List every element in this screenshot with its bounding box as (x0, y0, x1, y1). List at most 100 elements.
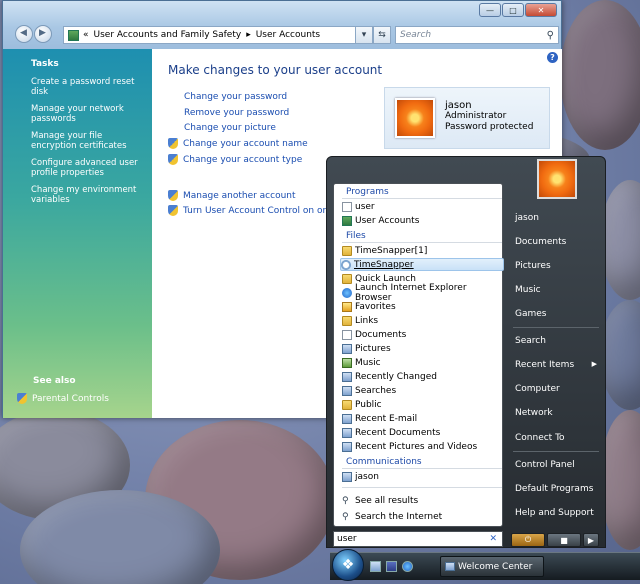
result-label: Links (355, 315, 379, 326)
group-files: Files (346, 231, 366, 241)
back-arrow-icon: ◀ (20, 28, 27, 38)
pebble (600, 410, 640, 550)
start-link-default-programs[interactable]: Default Programs (515, 484, 601, 494)
breadcrumb-separator-icon: ▸ (246, 30, 251, 40)
result-music[interactable]: Music (342, 356, 502, 369)
internet-explorer-icon (342, 287, 352, 298)
start-link-computer[interactable]: Computer (515, 384, 601, 394)
result-links[interactable]: Links (342, 314, 502, 327)
taskbar-button-welcome-center[interactable]: Welcome Center (440, 556, 544, 577)
result-recently-changed[interactable]: Recently Changed (342, 370, 502, 383)
start-link-documents[interactable]: Documents (515, 237, 601, 247)
start-link-games[interactable]: Games (515, 309, 601, 319)
remove-password-link[interactable]: Remove your password (184, 108, 289, 118)
start-link-search[interactable]: Search (515, 336, 601, 346)
pictures-icon (342, 343, 352, 354)
result-recent-pictures-videos[interactable]: Recent Pictures and Videos (342, 440, 502, 453)
avatar[interactable] (537, 159, 577, 199)
parental-controls-link[interactable]: Parental Controls (17, 393, 109, 404)
search-icon[interactable]: ⚲ (547, 28, 554, 44)
music-icon (342, 357, 352, 368)
control-panel-icon (68, 29, 79, 41)
internet-explorer-icon[interactable] (402, 561, 413, 572)
favorites-icon (342, 301, 352, 312)
start-search-input[interactable]: user ✕ (333, 531, 503, 547)
result-label: Recent Pictures and Videos (355, 441, 478, 452)
search-folder-icon (342, 385, 352, 396)
search-input[interactable]: Search ⚲ (395, 26, 559, 44)
address-dropdown-button[interactable]: ▾ (355, 26, 373, 44)
result-launch-ie[interactable]: Launch Internet Explorer Browser (342, 283, 502, 303)
document-icon (342, 329, 352, 340)
switch-windows-icon[interactable] (386, 561, 397, 572)
result-user[interactable]: user (342, 200, 502, 213)
start-link-pictures[interactable]: Pictures (515, 261, 601, 271)
result-label: Public (355, 399, 382, 410)
contact-icon (342, 471, 352, 482)
title-bar[interactable]: — □ ✕ ◀ ▶ « User Accounts and Family Saf… (3, 1, 561, 49)
start-link-connect-to[interactable]: Connect To (515, 433, 601, 443)
forward-arrow-icon: ▶ (39, 28, 46, 38)
help-icon[interactable]: ? (547, 52, 558, 63)
result-label: User Accounts (355, 215, 420, 226)
result-user-accounts[interactable]: User Accounts (342, 214, 502, 227)
turn-uac-on-off-link[interactable]: Turn User Account Control on or off (168, 205, 341, 216)
power-button[interactable]: ⏻ (511, 533, 545, 547)
lock-button[interactable]: ■ (547, 533, 581, 547)
see-all-results-link[interactable]: ⚲ See all results (342, 494, 502, 507)
user-account-card: jason Administrator Password protected (384, 87, 550, 149)
manage-another-account-link[interactable]: Manage another account (168, 190, 296, 201)
divider (342, 487, 502, 488)
minimize-button[interactable]: — (479, 3, 501, 17)
start-link-help-support[interactable]: Help and Support (515, 508, 601, 518)
show-desktop-icon[interactable] (370, 561, 381, 572)
back-button[interactable]: ◀ (15, 25, 33, 43)
folder-icon (342, 273, 352, 284)
result-jason[interactable]: jason (342, 470, 502, 483)
close-button[interactable]: ✕ (525, 3, 557, 17)
result-pictures[interactable]: Pictures (342, 342, 502, 355)
task-manage-network-passwords[interactable]: Manage your network passwords (31, 104, 146, 124)
address-bar[interactable]: « User Accounts and Family Safety ▸ User… (63, 26, 365, 44)
change-password-link[interactable]: Change your password (184, 92, 287, 102)
user-accounts-icon (342, 215, 352, 226)
change-account-type-link[interactable]: Change your account type (168, 154, 302, 165)
result-favorites[interactable]: Favorites (342, 300, 502, 313)
task-manage-encryption-certificates[interactable]: Manage your file encryption certificates (31, 131, 146, 151)
result-timesnapper-1[interactable]: TimeSnapper[1] (342, 244, 502, 257)
result-searches[interactable]: Searches (342, 384, 502, 397)
search-internet-link[interactable]: ⚲ Search the Internet (342, 510, 502, 523)
avatar[interactable] (395, 98, 435, 138)
start-link-control-panel[interactable]: Control Panel (515, 460, 601, 470)
refresh-button[interactable]: ⇆ (373, 26, 391, 44)
forward-button[interactable]: ▶ (34, 25, 52, 43)
start-link-jason[interactable]: jason (515, 213, 601, 223)
breadcrumb-overflow-icon[interactable]: « (83, 30, 89, 40)
shutdown-options-button[interactable]: ▶ (583, 533, 599, 547)
result-documents[interactable]: Documents (342, 328, 502, 341)
task-configure-profile-properties[interactable]: Configure advanced user profile properti… (31, 158, 146, 178)
result-public[interactable]: Public (342, 398, 502, 411)
result-label: Recently Changed (355, 371, 437, 382)
maximize-button[interactable]: □ (502, 3, 524, 17)
change-picture-link[interactable]: Change your picture (184, 123, 276, 133)
result-recent-documents[interactable]: Recent Documents (342, 426, 502, 439)
start-button[interactable]: ❖ (332, 549, 364, 581)
folder-icon (342, 245, 352, 256)
clear-search-icon[interactable]: ✕ (489, 532, 497, 546)
start-link-network[interactable]: Network (515, 408, 601, 418)
see-also-heading: See also (33, 376, 76, 386)
result-label: Music (355, 357, 381, 368)
result-timesnapper[interactable]: TimeSnapper (340, 258, 504, 271)
group-communications: Communications (346, 457, 422, 467)
start-link-recent-items[interactable]: Recent Items ▶ (515, 360, 601, 370)
breadcrumb-user-accounts-family-safety[interactable]: User Accounts and Family Safety (94, 30, 242, 40)
start-link-music[interactable]: Music (515, 285, 601, 295)
task-change-environment-variables[interactable]: Change my environment variables (31, 185, 146, 205)
breadcrumb-user-accounts[interactable]: User Accounts (256, 30, 320, 40)
change-account-name-link[interactable]: Change your account name (168, 138, 308, 149)
result-recent-email[interactable]: Recent E-mail (342, 412, 502, 425)
task-create-password-reset-disk[interactable]: Create a password reset disk (31, 77, 146, 97)
window-controls: — □ ✕ (478, 3, 557, 17)
search-icon: ⚲ (342, 495, 349, 506)
